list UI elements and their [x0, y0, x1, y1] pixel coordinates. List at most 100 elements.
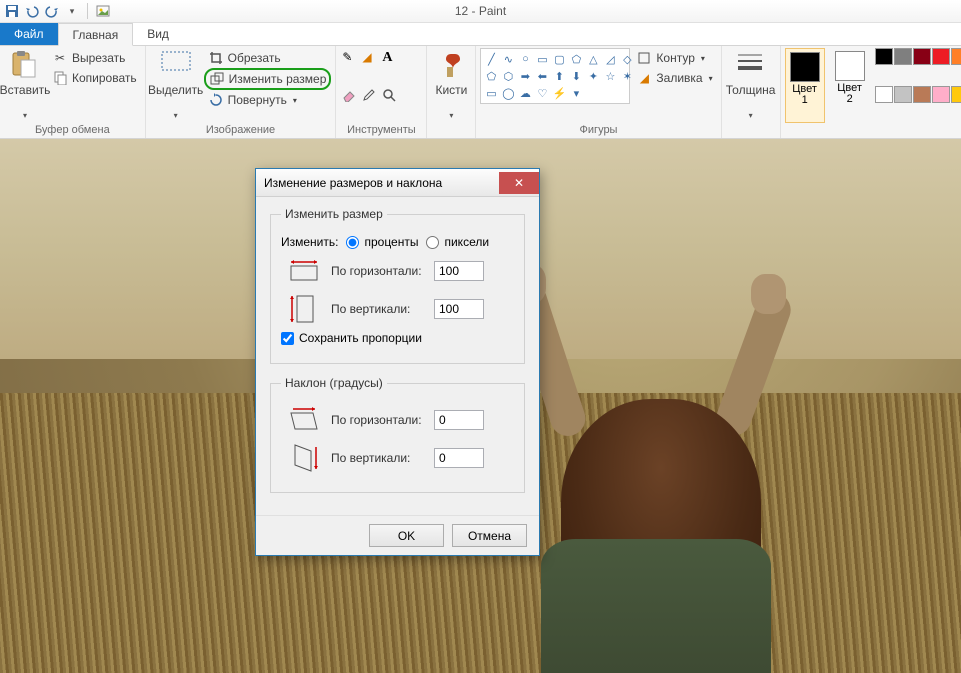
size-icon	[735, 50, 767, 82]
shape-roundrect-icon[interactable]: ▢	[551, 51, 567, 67]
preview-icon[interactable]	[95, 3, 111, 19]
redo-icon[interactable]	[44, 3, 60, 19]
fill-bucket-icon: ◢	[636, 70, 652, 86]
tool-blank-icon	[402, 50, 420, 86]
color1-button[interactable]: Цвет 1	[785, 48, 825, 123]
resize-v-input[interactable]	[434, 299, 484, 319]
tab-file[interactable]: Файл	[0, 23, 58, 45]
shape-callout-icon[interactable]: ☁	[517, 85, 533, 101]
resize-h-input[interactable]	[434, 261, 484, 281]
dialog-titlebar[interactable]: Изменение размеров и наклона ✕	[256, 169, 539, 197]
swatch-white[interactable]	[875, 86, 893, 103]
color-palette	[875, 48, 961, 123]
shape-larrow-icon[interactable]: ⬅	[534, 68, 550, 84]
crop-button[interactable]: Обрезать	[204, 48, 332, 68]
shape-polygon-icon[interactable]: ⬠	[568, 51, 584, 67]
undo-icon[interactable]	[24, 3, 40, 19]
text-icon[interactable]: A	[382, 50, 400, 86]
select-button[interactable]: Выделить	[150, 48, 202, 123]
skew-h-input[interactable]	[434, 410, 484, 430]
picker-icon[interactable]	[362, 88, 380, 122]
swatch-brown[interactable]	[913, 86, 931, 103]
shape-hexagon-icon[interactable]: ⬡	[500, 68, 516, 84]
skew-h-icon	[285, 404, 323, 436]
shape-5star-icon[interactable]: ☆	[602, 68, 618, 84]
fill-icon[interactable]: ◢	[362, 50, 380, 86]
shape-line-icon[interactable]: ╱	[483, 51, 499, 67]
shape-4star-icon[interactable]: ✦	[585, 68, 601, 84]
brushes-label: Кисти	[435, 84, 467, 96]
outline-icon	[636, 50, 652, 66]
group-size: Толщина	[722, 46, 781, 138]
copy-button[interactable]: Копировать	[48, 68, 141, 88]
dialog-close-button[interactable]: ✕	[499, 172, 539, 194]
skew-v-input[interactable]	[434, 448, 484, 468]
magnifier-icon[interactable]	[382, 88, 400, 122]
shape-more-icon[interactable]: ▾	[568, 85, 584, 101]
save-icon[interactable]	[4, 3, 20, 19]
ribbon-tabs: Файл Главная Вид	[0, 23, 961, 46]
paste-icon	[9, 50, 41, 82]
swatch-red[interactable]	[932, 48, 950, 65]
swatch-gray[interactable]	[894, 48, 912, 65]
shape-pentagon-icon[interactable]: ⬠	[483, 68, 499, 84]
radio-percent[interactable]: проценты	[346, 235, 418, 249]
shape-triangle-icon[interactable]: △	[585, 51, 601, 67]
shape-rarrow-icon[interactable]: ➡	[517, 68, 533, 84]
size-label: Толщина	[726, 84, 776, 96]
shape-rect-icon[interactable]: ▭	[534, 51, 550, 67]
keep-aspect-input[interactable]	[281, 332, 294, 345]
size-button[interactable]: Толщина	[726, 48, 776, 123]
select-icon	[160, 50, 192, 82]
color2-button[interactable]: Цвет 2	[831, 48, 869, 123]
color1-swatch	[790, 52, 820, 82]
tab-home[interactable]: Главная	[58, 23, 134, 46]
resize-h-label: По горизонтали:	[331, 264, 426, 278]
ok-button[interactable]: OK	[369, 524, 444, 547]
separator	[87, 3, 88, 19]
group-label-shapes: Фигуры	[480, 123, 716, 138]
radio-pixels-input[interactable]	[426, 236, 439, 249]
swatch-orange[interactable]	[951, 48, 961, 65]
group-colors: Цвет 1 Цвет 2	[781, 46, 961, 138]
brushes-button[interactable]: Кисти	[431, 48, 471, 123]
pencil-icon[interactable]: ✎	[342, 50, 360, 86]
group-clipboard: Вставить ✂Вырезать Копировать Буфер обме…	[0, 46, 146, 138]
eraser-icon[interactable]	[342, 88, 360, 122]
shape-rtriangle-icon[interactable]: ◿	[602, 51, 618, 67]
resize-skew-dialog: Изменение размеров и наклона ✕ Изменить …	[255, 168, 540, 556]
shape-heart-icon[interactable]: ♡	[534, 85, 550, 101]
rotate-button[interactable]: Повернуть▾	[204, 90, 332, 110]
group-label-clipboard: Буфер обмена	[4, 123, 141, 138]
swatch-ltgray[interactable]	[894, 86, 912, 103]
color2-swatch	[835, 51, 865, 81]
qat-more-icon[interactable]: ▾	[64, 3, 80, 19]
shape-uarrow-icon[interactable]: ⬆	[551, 68, 567, 84]
shape-rcallout-icon[interactable]: ▭	[483, 85, 499, 101]
by-label: Изменить:	[281, 235, 338, 249]
shapes-gallery[interactable]: ╱∿○▭▢⬠△◿◇ ⬠⬡➡⬅⬆⬇✦☆✶ ▭◯☁♡⚡▾	[480, 48, 630, 123]
shape-darrow-icon[interactable]: ⬇	[568, 68, 584, 84]
swatch-black[interactable]	[875, 48, 893, 65]
shape-oval-icon[interactable]: ○	[517, 51, 533, 67]
tab-view[interactable]: Вид	[133, 23, 183, 45]
outline-button[interactable]: Контур▾	[632, 48, 716, 68]
group-label-image: Изображение	[150, 123, 332, 138]
shape-ocallout-icon[interactable]: ◯	[500, 85, 516, 101]
resize-button[interactable]: Изменить размер	[204, 68, 332, 90]
swatch-pink[interactable]	[932, 86, 950, 103]
close-icon: ✕	[514, 176, 524, 190]
cut-button[interactable]: ✂Вырезать	[48, 48, 141, 68]
swatch-darkred[interactable]	[913, 48, 931, 65]
shape-curve-icon[interactable]: ∿	[500, 51, 516, 67]
radio-pixels[interactable]: пиксели	[426, 235, 489, 249]
radio-percent-input[interactable]	[346, 236, 359, 249]
shape-bolt-icon[interactable]: ⚡	[551, 85, 567, 101]
fill-button[interactable]: ◢Заливка▾	[632, 68, 716, 88]
cancel-button[interactable]: Отмена	[452, 524, 527, 547]
paste-button[interactable]: Вставить	[4, 48, 46, 123]
group-tools: ✎ ◢ A Инструменты	[336, 46, 427, 138]
skew-v-icon	[285, 442, 323, 474]
keep-aspect-check[interactable]: Сохранить пропорции	[281, 331, 514, 345]
swatch-gold[interactable]	[951, 86, 961, 103]
